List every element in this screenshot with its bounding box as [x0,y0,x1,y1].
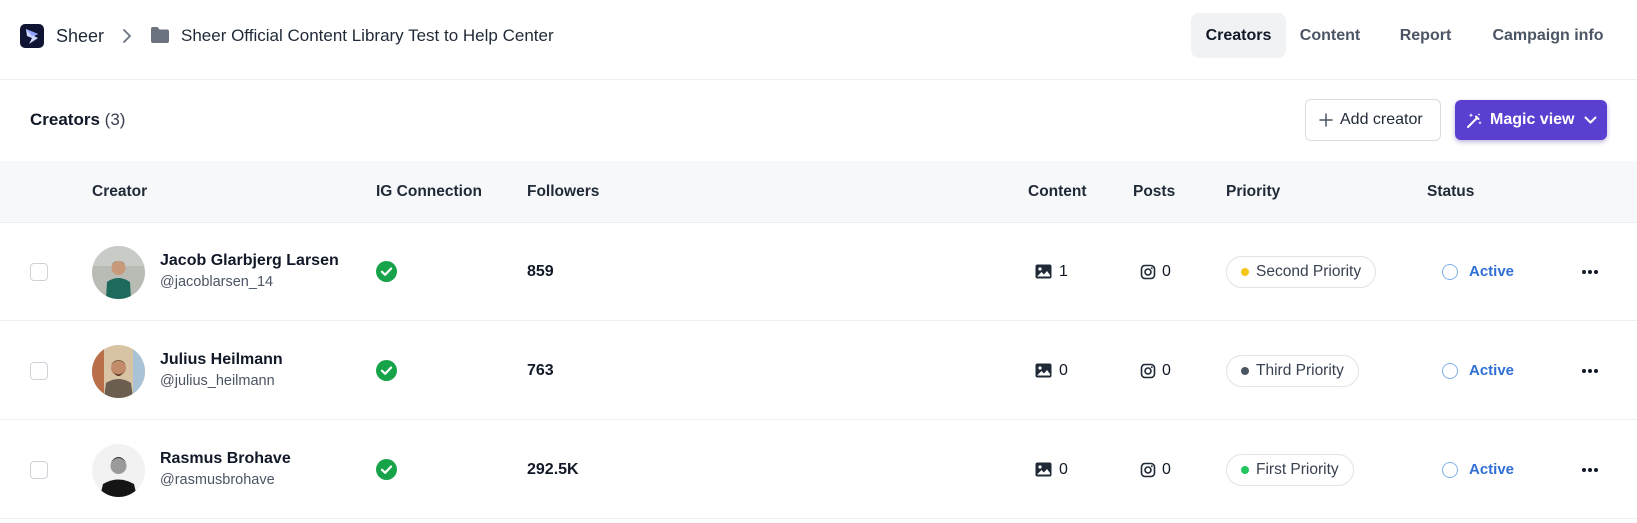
column-priority[interactable]: Priority [1226,161,1280,223]
instagram-icon [1140,264,1156,280]
row-checkbox[interactable] [30,362,48,380]
section-title: Creators (3) [30,108,125,132]
posts-count: 0 [1162,461,1171,478]
tab-report[interactable]: Report [1388,13,1463,58]
magic-wand-icon [1467,113,1482,128]
circle-icon [1442,264,1458,280]
status-label[interactable]: Active [1469,458,1514,482]
magic-view-label: Magic view [1490,111,1575,128]
creator-name[interactable]: Jacob Glarbjerg Larsen [160,251,339,271]
priority-badge[interactable]: Third Priority [1226,355,1359,387]
priority-dot [1241,466,1249,474]
status-label[interactable]: Active [1469,359,1514,383]
creator-handle: @julius_heilmann [160,373,275,389]
circle-icon [1442,462,1458,478]
priority-dot [1241,367,1249,375]
column-status[interactable]: Status [1427,161,1474,223]
avatar [92,246,145,299]
tab-campaign-info[interactable]: Campaign info [1483,13,1613,58]
column-followers[interactable]: Followers [527,161,599,223]
table-header: Creator IG Connection Followers Content … [0,161,1637,223]
table-row[interactable]: Rasmus Brohave @rasmusbrohave 292.5K 0 0… [0,421,1637,519]
creator-count: (3) [104,110,126,129]
priority-badge[interactable]: Second Priority [1226,256,1377,288]
table-row[interactable]: Julius Heilmann @julius_heilmann 763 0 0… [0,322,1637,420]
column-creator[interactable]: Creator [92,161,147,223]
chevron-down-icon [1584,116,1597,124]
table-row[interactable]: Jacob Glarbjerg Larsen @jacoblarsen_14 8… [0,223,1637,321]
followers-count: 292.5K [527,461,579,478]
priority-dot [1241,268,1249,276]
folder-icon [151,27,169,43]
creator-handle: @jacoblarsen_14 [160,274,274,290]
creator-handle: @rasmusbrohave [160,472,275,488]
magic-view-button[interactable]: Magic view [1455,100,1607,140]
creator-name[interactable]: Rasmus Brohave [160,449,291,469]
section-title-label: Creators [30,110,100,129]
add-creator-label: Add creator [1340,111,1423,128]
followers-count: 763 [527,362,554,379]
row-checkbox[interactable] [30,461,48,479]
column-posts[interactable]: Posts [1133,161,1175,223]
priority-badge[interactable]: First Priority [1226,454,1354,486]
image-icon [1035,462,1052,477]
posts-count: 0 [1162,362,1171,379]
followers-count: 859 [527,263,554,280]
breadcrumb-page-title: Sheer Official Content Library Test to H… [181,26,554,45]
sheer-logo-icon[interactable] [20,24,44,48]
row-checkbox[interactable] [30,263,48,281]
tab-content[interactable]: Content [1290,13,1370,58]
posts-count: 0 [1162,263,1171,280]
priority-label: Second Priority [1256,263,1362,280]
check-circle-icon [376,360,397,381]
circle-icon [1442,363,1458,379]
image-icon [1035,264,1052,279]
more-horizontal-icon[interactable] [1580,460,1600,480]
priority-label: Third Priority [1256,362,1344,379]
check-circle-icon [376,261,397,282]
chevron-right-icon [123,29,131,43]
avatar [92,444,145,497]
breadcrumb-root[interactable]: Sheer [56,24,104,48]
more-horizontal-icon[interactable] [1580,262,1600,282]
instagram-icon [1140,462,1156,478]
top-bar: Sheer Sheer Official Content Library Tes… [0,0,1637,80]
priority-label: First Priority [1256,461,1339,478]
image-icon [1035,363,1052,378]
column-content[interactable]: Content [1028,161,1087,223]
content-count: 0 [1059,362,1068,379]
content-count: 1 [1059,263,1068,280]
instagram-icon [1140,363,1156,379]
column-ig-connection[interactable]: IG Connection [376,161,482,223]
avatar [92,345,145,398]
more-horizontal-icon[interactable] [1580,361,1600,381]
creator-name[interactable]: Julius Heilmann [160,350,283,370]
check-circle-icon [376,459,397,480]
add-creator-button[interactable]: Add creator [1305,99,1441,141]
status-label[interactable]: Active [1469,260,1514,284]
tab-creators[interactable]: Creators [1191,13,1286,58]
plus-icon [1319,113,1333,127]
content-count: 0 [1059,461,1068,478]
